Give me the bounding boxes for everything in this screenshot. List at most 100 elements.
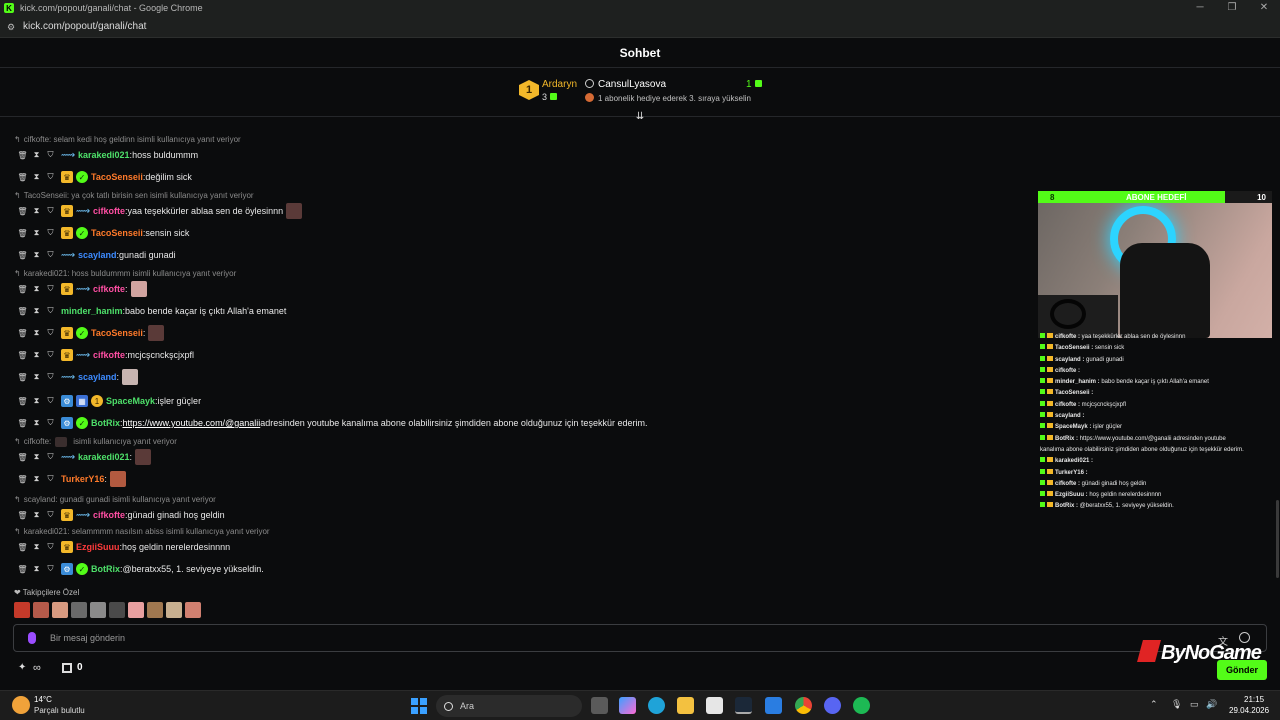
ban-icon[interactable]: ⛉	[46, 172, 55, 182]
timeout-icon[interactable]: ⧗	[32, 452, 41, 462]
emote-6[interactable]	[109, 602, 125, 618]
timeout-icon[interactable]: ⧗	[32, 228, 41, 238]
timeout-icon[interactable]: ⧗	[32, 396, 41, 406]
reply-context[interactable]: ↰ karakedi021: selammmm nasılsın abiss is…	[14, 527, 270, 536]
send-button[interactable]: Gönder	[1217, 660, 1267, 680]
emote[interactable]	[286, 203, 303, 219]
start-icon[interactable]	[411, 698, 427, 714]
discord-icon[interactable]	[824, 697, 841, 714]
ban-icon[interactable]: ⛉	[46, 228, 55, 238]
reply-context[interactable]: ↰ cifkofte: selam kedi hoş geldinn isimli…	[14, 135, 241, 144]
trash-icon[interactable]: 🗑	[17, 543, 27, 552]
emote[interactable]	[135, 449, 152, 465]
chat-scrollbar[interactable]	[1276, 500, 1279, 578]
ban-icon[interactable]: ⛉	[46, 150, 55, 160]
address-bar[interactable]: ⚙ kick.com/popout/ganali/chat	[0, 16, 1280, 38]
input-placeholder[interactable]: Bir mesaj gönderin	[50, 633, 125, 643]
ban-icon[interactable]: ⛉	[46, 542, 55, 552]
ban-icon[interactable]: ⛉	[46, 372, 55, 382]
ban-icon[interactable]: ⛉	[46, 206, 55, 216]
username[interactable]: cifkofte	[93, 206, 125, 216]
username[interactable]: karakedi021	[78, 150, 130, 160]
ban-icon[interactable]: ⛉	[46, 474, 55, 484]
trash-icon[interactable]: 🗑	[17, 397, 27, 406]
spotify-icon[interactable]	[853, 697, 870, 714]
edge-icon[interactable]	[648, 697, 665, 714]
timeout-icon[interactable]: ⧗	[32, 350, 41, 360]
trash-icon[interactable]: 🗑	[17, 173, 27, 182]
timeout-icon[interactable]: ⧗	[32, 564, 41, 574]
weather-temperature[interactable]: 14°C	[34, 695, 52, 704]
top-gifter-name[interactable]: Ardaryn	[542, 79, 577, 90]
chrome-icon[interactable]	[795, 697, 812, 714]
timeout-icon[interactable]: ⧗	[32, 510, 41, 520]
username[interactable]: EzgiiSuuu	[76, 542, 120, 552]
emote-8[interactable]	[147, 602, 163, 618]
emote-3[interactable]	[52, 602, 68, 618]
emote-4[interactable]	[71, 602, 87, 618]
ban-icon[interactable]: ⛉	[46, 510, 55, 520]
emote[interactable]	[122, 369, 139, 385]
timeout-icon[interactable]: ⧗	[32, 172, 41, 182]
trash-icon[interactable]: 🗑	[17, 511, 27, 520]
emote[interactable]	[148, 325, 165, 341]
trash-icon[interactable]: 🗑	[17, 565, 27, 574]
emote-5[interactable]	[90, 602, 106, 618]
trash-icon[interactable]: 🗑	[17, 419, 27, 428]
emote-7[interactable]	[128, 602, 144, 618]
mail-icon[interactable]	[765, 697, 782, 714]
username[interactable]: cifkofte	[93, 510, 125, 520]
trash-icon[interactable]: 🗑	[17, 251, 27, 260]
username[interactable]: BotRix	[91, 418, 120, 428]
username[interactable]: SpaceMayk	[106, 396, 155, 406]
username[interactable]: TacoSenseii	[91, 172, 143, 182]
event-user[interactable]: CansulLyasova	[585, 79, 666, 90]
steam-icon[interactable]	[735, 697, 752, 714]
message-link[interactable]: https://www.youtube.com/@ganalii	[123, 418, 261, 428]
taskbar-search[interactable]: Ara	[436, 695, 582, 717]
reply-context[interactable]: ↰ cifkofte: isimli kullanıcıya yanıt veriy…	[14, 437, 177, 447]
mic-icon[interactable]	[28, 632, 36, 644]
username[interactable]: TacoSenseii	[91, 228, 143, 238]
ban-icon[interactable]: ⛉	[46, 250, 55, 260]
trash-icon[interactable]: 🗑	[17, 329, 27, 338]
timeout-icon[interactable]: ⧗	[32, 474, 41, 484]
channel-points-icon[interactable]: ✦	[18, 662, 26, 673]
chat-message-input[interactable]: Bir mesaj gönderin 文	[13, 624, 1267, 652]
timeout-icon[interactable]: ⧗	[32, 372, 41, 382]
emote-9[interactable]	[166, 602, 182, 618]
username[interactable]: TurkerY16	[61, 474, 104, 484]
reply-context[interactable]: ↰ karakedi021: hoss buldummm isimli kulla…	[14, 269, 236, 278]
ban-icon[interactable]: ⛉	[46, 564, 55, 574]
timeout-icon[interactable]: ⧗	[32, 542, 41, 552]
username[interactable]: cifkofte	[93, 284, 125, 294]
timeout-icon[interactable]: ⧗	[32, 418, 41, 428]
emote[interactable]	[130, 281, 147, 297]
timeout-icon[interactable]: ⧗	[32, 150, 41, 160]
trash-icon[interactable]: 🗑	[17, 207, 27, 216]
reply-context[interactable]: ↰ TacoSenseii: ya çok tatlı birisin sen i…	[14, 191, 254, 200]
clock-date[interactable]: 29.04.2026	[1229, 706, 1269, 715]
url-text[interactable]: kick.com/popout/ganali/chat	[23, 21, 146, 32]
trash-icon[interactable]: 🗑	[17, 475, 27, 484]
username[interactable]: scayland	[78, 372, 117, 382]
task-view-icon[interactable]	[591, 697, 608, 714]
emote-1[interactable]	[14, 602, 30, 618]
emote-10[interactable]	[185, 602, 201, 618]
trash-icon[interactable]: 🗑	[17, 151, 27, 160]
ban-icon[interactable]: ⛉	[46, 284, 55, 294]
trash-icon[interactable]: 🗑	[17, 229, 27, 238]
ban-icon[interactable]: ⛉	[46, 306, 55, 316]
trash-icon[interactable]: 🗑	[17, 351, 27, 360]
network-icon[interactable]: ▭	[1190, 699, 1199, 710]
gift-box-icon[interactable]	[62, 663, 72, 673]
weather-description[interactable]: Parçalı bulutlu	[34, 706, 85, 715]
username[interactable]: minder_hanim	[61, 306, 123, 316]
file-explorer-icon[interactable]	[677, 697, 694, 714]
emote[interactable]	[109, 471, 126, 487]
ban-icon[interactable]: ⛉	[46, 452, 55, 462]
weather-icon[interactable]	[12, 696, 30, 714]
username[interactable]: cifkofte	[93, 350, 125, 360]
timeout-icon[interactable]: ⧗	[32, 250, 41, 260]
timeout-icon[interactable]: ⧗	[32, 306, 41, 316]
